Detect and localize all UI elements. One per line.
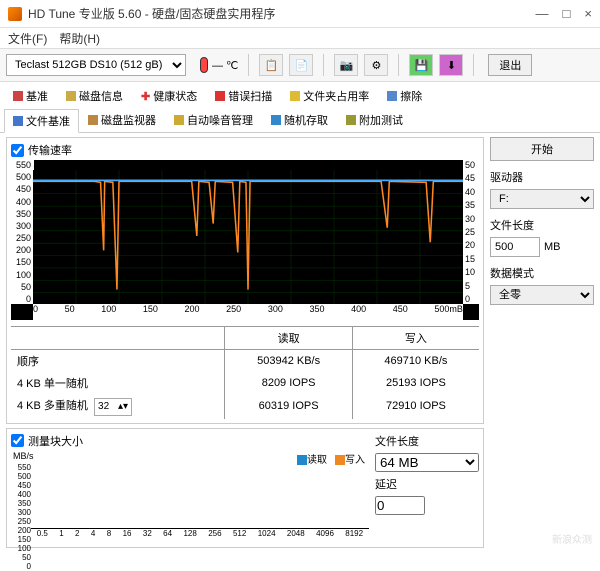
menu-file[interactable]: 文件(F) [8,30,47,46]
tab-benchmark[interactable]: 基准 [4,84,57,108]
chart2-y-label: MB/s [13,451,34,461]
datamode-label: 数据模式 [490,265,594,281]
chart-y-axis: 550500450400350300250200150100500 [11,160,33,304]
tab-strip: 基准 磁盘信息 ✚健康状态 错误扫描 文件夹占用率 擦除 文件基准 磁盘监视器 … [0,82,600,133]
options-button[interactable]: ⚙ [364,54,388,76]
close-button[interactable]: × [584,6,592,21]
screenshot-button[interactable]: 📷 [334,54,358,76]
row-4k-single: 4 KB 单一随机 [11,372,225,394]
app-icon [8,7,22,21]
exit-button[interactable]: 退出 [488,54,532,76]
chart2-y-axis: 550500450400350300250200150100500 [11,463,31,529]
chart2-bars [31,463,369,528]
menubar: 文件(F) 帮助(H) [0,28,600,48]
menu-help[interactable]: 帮助(H) [59,30,100,46]
col-write: 写入 [352,327,479,350]
toolbar: Teclast 512GB DS10 (512 gB) — ℃ 📋 📄 📷 ⚙ … [0,48,600,82]
drive-label: 驱动器 [490,169,594,185]
titlebar: HD Tune 专业版 5.60 - 硬盘/固态硬盘实用程序 — □ × [0,0,600,28]
tab-random-access[interactable]: 随机存取 [262,108,337,132]
filelen-input[interactable] [490,237,540,257]
col-read: 读取 [225,327,352,350]
chart-y2-axis: 50454035302520151050 [463,160,479,304]
row-sequential: 顺序 [11,350,225,373]
tab-erase[interactable]: 擦除 [378,84,431,108]
start-button[interactable]: 开始 [490,137,594,161]
tab-health[interactable]: ✚健康状态 [132,84,206,108]
transfer-rate-chart: MB/s ms 55050045040035030025020015010050… [11,160,479,320]
side-panel: 开始 驱动器 F: 文件长度 MB 数据模式 全零 [490,137,594,548]
drive-letter-select[interactable]: F: [490,189,594,209]
filelen2-label: 文件长度 [375,433,479,449]
delay-label: 延迟 [375,476,479,492]
block-size-chart: MB/s 读取 写入 55050045040035030025020015010… [11,451,369,543]
tab-disk-monitor[interactable]: 磁盘监视器 [79,108,165,132]
temperature-display: — ℃ [200,57,238,73]
load-button[interactable]: ⬇ [439,54,463,76]
minimize-button[interactable]: — [536,6,549,21]
delay-input[interactable] [375,496,425,515]
drive-select[interactable]: Teclast 512GB DS10 (512 gB) [6,54,186,76]
datamode-select[interactable]: 全零 [490,285,594,305]
watermark: 新浪众测 [552,531,592,546]
copy-shot-button[interactable]: 📄 [289,54,313,76]
results-table: 读取写入 顺序503942 KB/s469710 KB/s 4 KB 单一随机8… [11,326,479,419]
thermometer-icon [200,57,208,73]
tab-file-benchmark[interactable]: 文件基准 [4,109,79,133]
chart-plot-area [33,170,463,304]
filelen-label: 文件长度 [490,217,594,233]
filelen2-select[interactable]: 64 MB [375,453,479,472]
row-4k-multi: 4 KB 多重随机 32▴▾ [11,394,225,419]
window-title: HD Tune 专业版 5.60 - 硬盘/固态硬盘实用程序 [28,5,536,22]
temp-value: — ℃ [212,59,238,72]
chart2-x-axis: 0.512481632641282565121024204840968192 [31,529,369,543]
tab-info[interactable]: 磁盘信息 [57,84,132,108]
transfer-rate-label: 传输速率 [28,142,72,158]
copy-text-button[interactable]: 📋 [259,54,283,76]
transfer-rate-checkbox[interactable] [11,144,24,157]
queue-depth-spinner[interactable]: 32▴▾ [94,398,132,416]
transfer-rate-panel: 传输速率 MB/s ms 550500450400350300250200150… [6,137,484,424]
chart-x-axis: 050100150200250300350400450500mB [33,304,463,320]
tab-folder-usage[interactable]: 文件夹占用率 [281,84,378,108]
tab-error-scan[interactable]: 错误扫描 [206,84,281,108]
block-size-label: 测量块大小 [28,433,83,449]
maximize-button[interactable]: □ [563,6,571,21]
block-size-panel: 测量块大小 MB/s 读取 写入 55050045040035030025020… [6,428,484,548]
tab-extra-tests[interactable]: 附加测试 [337,108,412,132]
tab-aam[interactable]: 自动噪音管理 [165,108,262,132]
save-button[interactable]: 💾 [409,54,433,76]
block-size-checkbox[interactable] [11,434,24,447]
